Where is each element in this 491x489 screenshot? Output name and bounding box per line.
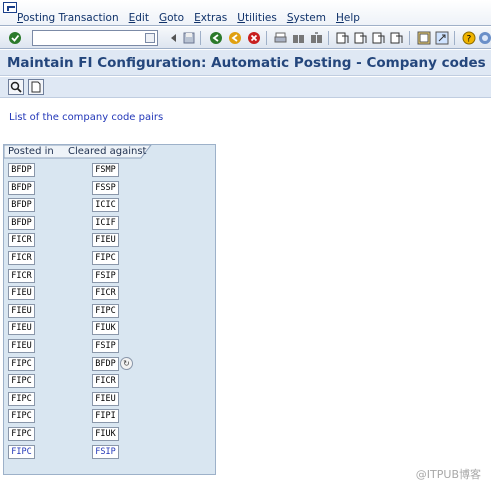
table-header: Posted in Cleared against <box>4 145 152 159</box>
sap-menu-icon[interactable] <box>3 2 17 13</box>
cleared-against-cell[interactable]: FIPC <box>92 303 119 318</box>
enter-icon[interactable] <box>7 30 23 46</box>
posted-in-cell[interactable]: FIPC <box>8 356 35 371</box>
cleared-against-cell[interactable]: FSMP <box>92 163 119 177</box>
toolbar-separator <box>266 31 267 45</box>
menu-help[interactable]: Help <box>336 12 360 24</box>
cleared-against-cell[interactable]: FIPI <box>92 409 119 424</box>
input-help-icon[interactable]: ↻ <box>120 357 133 371</box>
cleared-against-cell[interactable]: FICR <box>92 374 119 389</box>
company-code-pairs-table: Posted in Cleared against BFDP FSMP BFDP FS… <box>3 144 216 475</box>
svg-text:?: ? <box>467 35 472 45</box>
cleared-against-cell[interactable]: FSSP <box>92 180 119 195</box>
exit-icon[interactable] <box>227 30 243 46</box>
posted-in-cell[interactable]: FIEU <box>8 303 35 318</box>
cleared-against-cell[interactable]: FIUK <box>92 321 119 336</box>
standard-toolbar: ? <box>0 27 491 49</box>
menu-utilities[interactable]: Utilities <box>237 12 277 24</box>
find-next-icon[interactable] <box>308 30 324 46</box>
column-header-posted-in[interactable]: Posted in <box>8 146 54 157</box>
first-page-icon[interactable] <box>335 30 351 46</box>
toolbar-separator <box>328 31 329 45</box>
menu-bar: Posting Transaction Edit Goto Extras Uti… <box>0 0 491 26</box>
list-title: List of the company code pairs <box>9 112 164 123</box>
command-input[interactable] <box>33 31 141 46</box>
posted-in-cell[interactable]: FIPC <box>8 444 35 459</box>
menu-system[interactable]: System <box>287 12 326 24</box>
details-icon[interactable] <box>8 79 24 95</box>
shortcut-icon[interactable] <box>434 30 450 46</box>
posted-in-cell[interactable]: FIPC <box>8 427 35 441</box>
cleared-against-cell[interactable]: FSIP <box>92 339 119 353</box>
posted-in-cell[interactable]: BFDP <box>8 215 35 230</box>
create-session-icon[interactable] <box>416 30 432 46</box>
cleared-against-cell[interactable]: FSIP <box>92 444 119 459</box>
toolbar-separator <box>454 31 455 45</box>
cleared-against-cell[interactable]: FICR <box>92 286 119 301</box>
posted-in-cell[interactable]: FICR <box>8 251 35 265</box>
menu-edit[interactable]: Edit <box>129 12 149 24</box>
help-icon[interactable]: ? <box>461 30 477 46</box>
print-icon[interactable] <box>272 30 288 46</box>
command-field[interactable] <box>32 30 158 46</box>
cleared-against-cell[interactable]: BFDP <box>92 356 119 371</box>
command-dropdown-icon[interactable] <box>145 33 155 43</box>
cleared-against-cell[interactable]: FSIP <box>92 268 119 283</box>
toolbar-separator <box>200 31 201 45</box>
cleared-against-cell[interactable]: FIEU <box>92 391 119 406</box>
page-title: Maintain FI Configuration: Automatic Pos… <box>7 55 486 71</box>
previous-page-icon[interactable] <box>353 30 369 46</box>
next-page-icon[interactable] <box>371 30 387 46</box>
posted-in-cell[interactable]: FICR <box>8 233 35 248</box>
posted-in-cell[interactable]: FIEU <box>8 321 35 336</box>
cleared-against-cell[interactable]: FIPC <box>92 251 119 265</box>
menu-posting-transaction[interactable]: Posting Transaction <box>17 12 119 24</box>
back-icon[interactable] <box>208 30 224 46</box>
posted-in-cell[interactable]: BFDP <box>8 198 35 213</box>
posted-in-cell[interactable]: BFDP <box>8 180 35 195</box>
posted-in-cell[interactable]: FIEU <box>8 339 35 353</box>
menu-extras[interactable]: Extras <box>194 12 227 24</box>
document-icon[interactable] <box>28 79 44 95</box>
column-header-cleared-against[interactable]: Cleared against <box>68 146 146 157</box>
menu-items: Posting Transaction Edit Goto Extras Uti… <box>17 12 370 24</box>
posted-in-cell[interactable]: BFDP <box>8 163 35 177</box>
title-bar: Maintain FI Configuration: Automatic Pos… <box>0 50 491 76</box>
toolbar-separator <box>409 31 410 45</box>
posted-in-cell[interactable]: FICR <box>8 268 35 283</box>
application-toolbar <box>0 77 491 98</box>
watermark: @ITPUB博客 <box>415 468 481 481</box>
last-page-icon[interactable] <box>389 30 405 46</box>
cancel-icon[interactable] <box>246 30 262 46</box>
menu-goto[interactable]: Goto <box>159 12 184 24</box>
customize-layout-icon[interactable] <box>477 30 491 46</box>
posted-in-cell[interactable]: FIPC <box>8 391 35 406</box>
posted-in-cell[interactable]: FIPC <box>8 409 35 424</box>
cleared-against-cell[interactable]: ICIC <box>92 198 119 213</box>
find-icon[interactable] <box>290 30 306 46</box>
scroll-left-icon[interactable] <box>166 30 182 46</box>
posted-in-cell[interactable]: FIEU <box>8 286 35 301</box>
posted-in-cell[interactable]: FIPC <box>8 374 35 389</box>
cleared-against-cell[interactable]: ICIF <box>92 215 119 230</box>
save-icon[interactable] <box>181 30 197 46</box>
cleared-against-cell[interactable]: FIEU <box>92 233 119 248</box>
cleared-against-cell[interactable]: FIUK <box>92 427 119 441</box>
